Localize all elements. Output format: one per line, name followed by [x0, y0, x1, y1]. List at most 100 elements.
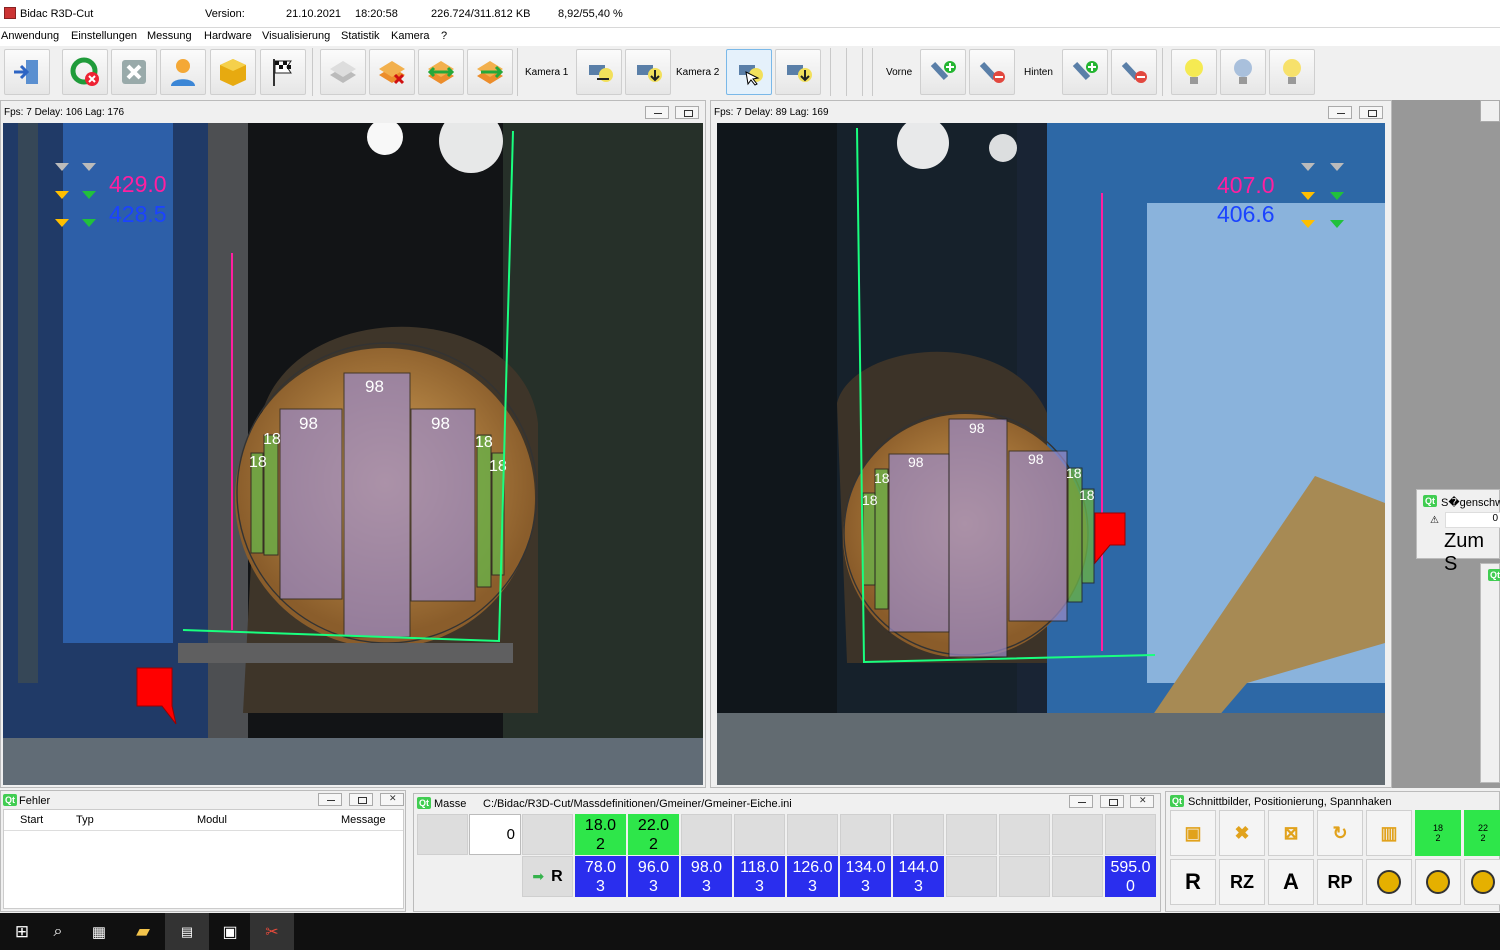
right-dock-tab[interactable] [1480, 100, 1500, 122]
layers-button[interactable] [320, 49, 366, 95]
reset-button[interactable] [62, 49, 108, 95]
camera2-down-button[interactable] [775, 49, 821, 95]
masse-top-cell-1[interactable]: 18.0 2 [575, 814, 626, 855]
app-ids-button[interactable]: ▤ [165, 913, 209, 950]
cell-count: 3 [596, 877, 605, 895]
masse-bottom-cell-7[interactable]: 144.0 3 [893, 856, 944, 897]
cube-icon [220, 59, 246, 86]
masse-bottom-cell-5[interactable]: 126.0 3 [787, 856, 838, 897]
camera2-light-button[interactable] [726, 49, 772, 95]
stack-delete-icon [379, 61, 405, 85]
section-refresh-button[interactable]: ↻ [1317, 810, 1363, 856]
hinten-add-button[interactable] [1062, 49, 1108, 95]
menu-kamera[interactable]: Kamera [391, 30, 430, 42]
stack-arrows-alt-button[interactable] [467, 49, 513, 95]
rz-button[interactable]: RZ [1219, 859, 1265, 905]
hinten-remove-button[interactable] [1111, 49, 1157, 95]
fehler-panel: Qt Fehler Start Typ Modul Message [0, 790, 406, 912]
camera1-pane: Fps: 7 Delay: 106 Lag: 176 98 98 98 18 1… [0, 100, 706, 788]
exit-button[interactable] [4, 49, 50, 95]
r-button[interactable]: R [1170, 859, 1216, 905]
masse-bottom-cell-6[interactable]: 134.0 3 [840, 856, 891, 897]
window-icon: ▣ [222, 923, 238, 941]
section-clear-button[interactable]: ✖ [1219, 810, 1265, 856]
menu-hardware[interactable]: Hardware [204, 30, 252, 42]
user-button[interactable] [160, 49, 206, 95]
schnitt-panel: Qt Schnittbilder, Positionierung, Spannh… [1165, 791, 1500, 912]
masse-top-cell-2[interactable]: 22.0 2 [628, 814, 679, 855]
fehler-minimize-button[interactable] [318, 793, 342, 806]
camera2-minimize-button[interactable] [1328, 106, 1352, 119]
masse-empty-cell [946, 856, 997, 897]
camera2-maximize-button[interactable] [1359, 106, 1383, 119]
stack-arrows-button[interactable] [418, 49, 464, 95]
masse-minimize-button[interactable] [1069, 795, 1093, 808]
finish-button[interactable] [260, 49, 306, 95]
section-remove-button[interactable]: ⊠ [1268, 810, 1314, 856]
saw-popup-value: 0 [1445, 512, 1500, 528]
schnitt-title: Schnittbilder, Positionierung, Spannhake… [1188, 796, 1392, 808]
windows-taskbar: ⊞ ⌕ ▦ ▰ ▤ ▣ ✂ [0, 913, 1500, 950]
masse-total-cell[interactable]: 595.0 0 [1105, 856, 1156, 897]
camera2-side-left-1: 18 [874, 470, 890, 486]
masse-input[interactable] [469, 814, 521, 855]
rp-button[interactable]: RP [1317, 859, 1363, 905]
saw-popup: Qt S�genschw ⚠ 0 Zum S [1416, 489, 1500, 575]
camera2-side-right-2: 18 [1079, 487, 1095, 503]
schnitt-tile-1[interactable]: 18 2 [1415, 810, 1461, 856]
fehler-maximize-button[interactable] [349, 793, 373, 806]
cube-button[interactable] [210, 49, 256, 95]
camera1-view[interactable]: 98 98 98 18 18 18 18 429.0 428.5 [3, 123, 703, 785]
clamp-close-button[interactable] [1415, 859, 1461, 905]
section-delete-button[interactable]: ▣ [1170, 810, 1216, 856]
masse-close-button[interactable] [1130, 795, 1154, 808]
masse-maximize-button[interactable] [1100, 795, 1124, 808]
masse-empty-cell [1105, 814, 1156, 855]
a-button[interactable]: A [1268, 859, 1314, 905]
masse-r-button[interactable]: ➡ R [522, 856, 573, 897]
camera1-maximize-button[interactable] [675, 106, 699, 119]
cell-count: 3 [702, 877, 711, 895]
camera1-minimize-button[interactable] [645, 106, 669, 119]
menu-help[interactable]: ? [441, 30, 447, 42]
terminal-button[interactable]: ▣ [208, 913, 252, 950]
masse-bottom-cell-1[interactable]: 78.0 3 [575, 856, 626, 897]
file-explorer-button[interactable]: ▰ [121, 913, 165, 950]
light-off-button[interactable] [1220, 49, 1266, 95]
search-button[interactable]: ⌕ [36, 913, 80, 950]
masse-bottom-cell-4[interactable]: 118.0 3 [734, 856, 785, 897]
fehler-close-button[interactable] [380, 793, 404, 806]
cell-value: 144.0 [898, 858, 939, 876]
vorne-remove-button[interactable] [969, 49, 1015, 95]
camera2-view[interactable]: 98 98 98 18 18 18 18 407.0 406.6 [717, 123, 1385, 785]
layers-icon [330, 61, 356, 83]
light-on-button[interactable] [1171, 49, 1217, 95]
camera1-board-left: 98 [299, 414, 318, 433]
light-dim-button[interactable] [1269, 49, 1315, 95]
stack-delete-button[interactable] [369, 49, 415, 95]
menu-messung[interactable]: Messung [147, 30, 192, 42]
schnitt-tile-2[interactable]: 22 2 [1464, 810, 1500, 856]
camera1-light-button[interactable] [576, 49, 622, 95]
vorne-add-button[interactable] [920, 49, 966, 95]
masse-bottom-cell-3[interactable]: 98.0 3 [681, 856, 732, 897]
menu-einstellungen[interactable]: Einstellungen [71, 30, 137, 42]
camera2-pane: Fps: 7 Delay: 89 Lag: 169 98 98 98 18 18… [710, 100, 1392, 788]
masse-empty-cell [787, 814, 838, 855]
masse-empty-cell [893, 814, 944, 855]
hinten-label: Hinten [1024, 67, 1053, 78]
menu-statistik[interactable]: Statistik [341, 30, 380, 42]
task-view-button[interactable]: ▦ [77, 913, 121, 950]
cell-value: 118.0 [740, 858, 779, 876]
masse-bottom-cell-2[interactable]: 96.0 3 [628, 856, 679, 897]
menu-visualisierung[interactable]: Visualisierung [262, 30, 330, 42]
section-chart-button[interactable]: ▥ [1366, 810, 1412, 856]
camera1-down-button[interactable] [625, 49, 671, 95]
bidac-taskbar-button[interactable]: ✂ [250, 913, 294, 950]
camera2-board-left: 98 [908, 454, 924, 470]
tile-value: 18 [1432, 823, 1443, 833]
menu-anwendung[interactable]: Anwendung [1, 30, 59, 42]
clamp-open-button[interactable] [1366, 859, 1412, 905]
close-button[interactable] [111, 49, 157, 95]
clamp-toggle-button[interactable] [1464, 859, 1500, 905]
